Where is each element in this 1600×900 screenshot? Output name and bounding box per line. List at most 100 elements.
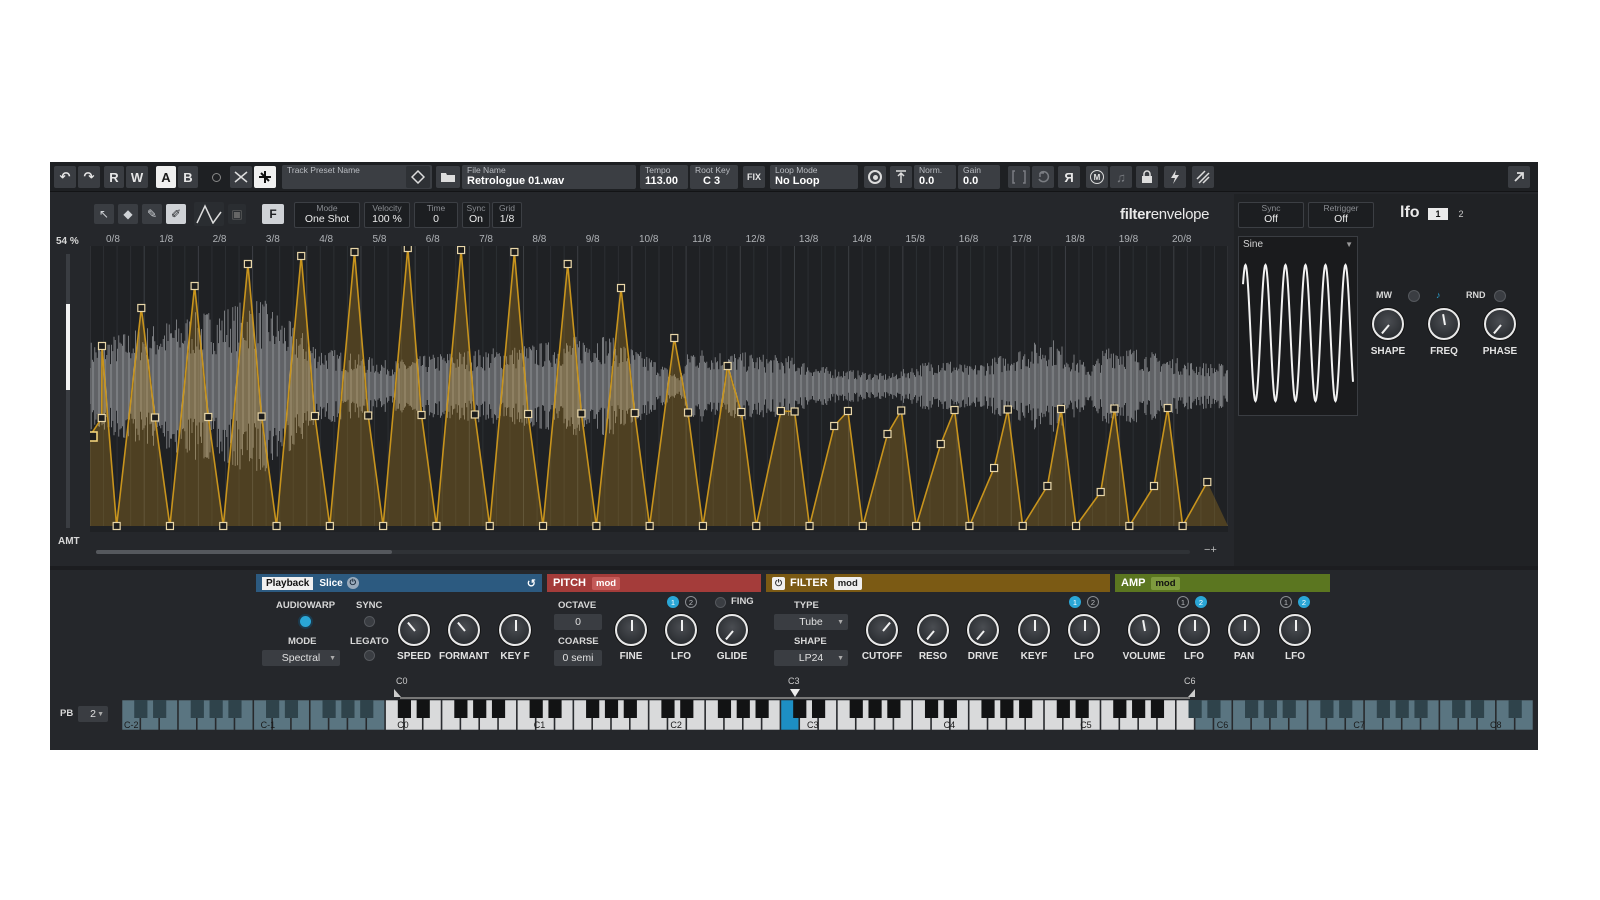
envelope-start-node[interactable]: [90, 431, 98, 442]
black-key[interactable]: [360, 700, 374, 718]
black-key[interactable]: [943, 700, 957, 718]
black-key[interactable]: [529, 700, 543, 718]
pitch-lfo-1-toggle[interactable]: 1: [667, 596, 679, 608]
envelope-node[interactable]: [457, 246, 466, 255]
black-key[interactable]: [868, 700, 882, 718]
black-key[interactable]: [1132, 700, 1146, 718]
envelope-node[interactable]: [1003, 405, 1012, 414]
black-key[interactable]: [604, 700, 619, 718]
scrollbar-thumb[interactable]: [96, 550, 392, 554]
write-button[interactable]: W: [126, 166, 148, 188]
zoom-controls[interactable]: −+: [1204, 544, 1217, 556]
black-key[interactable]: [755, 700, 769, 718]
envelope-node[interactable]: [1125, 521, 1134, 531]
lock-button[interactable]: [1136, 166, 1158, 188]
black-key[interactable]: [981, 700, 995, 718]
black-key[interactable]: [1207, 700, 1221, 718]
black-key[interactable]: [1320, 700, 1334, 718]
lfo-tab-1[interactable]: 1: [1428, 208, 1448, 220]
formant-knob[interactable]: [448, 614, 480, 646]
envelope-node[interactable]: [1018, 521, 1027, 531]
black-key[interactable]: [586, 700, 600, 718]
range-high-handle[interactable]: [1188, 689, 1195, 697]
paint-tool[interactable]: ✐: [166, 204, 186, 224]
amp-mod-tag[interactable]: mod: [1151, 576, 1180, 590]
envelope-node[interactable]: [379, 521, 388, 531]
redo-button[interactable]: ↷: [78, 166, 100, 188]
envelope-node[interactable]: [1110, 404, 1119, 413]
envelope-node[interactable]: [417, 410, 426, 420]
envelope-node[interactable]: [1149, 481, 1159, 491]
keyf-filter-knob[interactable]: [1018, 614, 1050, 646]
envelope-node[interactable]: [297, 251, 306, 261]
envelope-node[interactable]: [272, 521, 281, 531]
envelope-node[interactable]: [190, 281, 199, 291]
fine-knob[interactable]: [615, 614, 647, 646]
black-key[interactable]: [717, 700, 732, 718]
reset-icon[interactable]: ↺: [527, 577, 536, 590]
note-button[interactable]: ♫: [1110, 166, 1132, 188]
undo-edit-button[interactable]: [1032, 166, 1054, 188]
filter-mod-tag[interactable]: mod: [833, 576, 862, 590]
envelope-node[interactable]: [965, 521, 974, 531]
filter-power-icon[interactable]: ⏻: [772, 576, 785, 590]
envelope-node[interactable]: [510, 247, 519, 257]
hatch-button[interactable]: [1192, 166, 1214, 188]
curve-shape-selector[interactable]: [194, 202, 224, 226]
black-key[interactable]: [1508, 700, 1522, 718]
envelope-node[interactable]: [616, 283, 626, 293]
filter-lfo-2-toggle[interactable]: 2: [1087, 596, 1099, 608]
filter-shape-dropdown[interactable]: LP24 ▼: [774, 650, 848, 666]
black-key[interactable]: [548, 700, 562, 718]
envelope-node[interactable]: [1057, 404, 1066, 414]
file-name-field[interactable]: File Name Retrologue 01.wav: [462, 165, 636, 189]
black-key[interactable]: [1150, 700, 1165, 718]
envelope-node[interactable]: [364, 411, 373, 420]
envelope-node[interactable]: [698, 521, 708, 531]
envelope-node[interactable]: [112, 521, 121, 531]
black-key[interactable]: [209, 700, 223, 718]
black-key[interactable]: [491, 700, 506, 718]
black-key[interactable]: [1376, 700, 1390, 718]
lfo-sync-field[interactable]: Sync Off: [1238, 202, 1304, 228]
pitch-mod-tag[interactable]: mod: [592, 576, 621, 590]
envelope-node[interactable]: [470, 410, 479, 419]
quick-control-button[interactable]: [1164, 166, 1186, 188]
envelope-node[interactable]: [936, 439, 945, 449]
envelope-node[interactable]: [843, 406, 853, 416]
amp-lfo2-knob[interactable]: [1279, 614, 1311, 646]
keyboard[interactable]: [122, 700, 1534, 730]
filter-lfo-knob[interactable]: [1068, 614, 1100, 646]
envelope-node[interactable]: [830, 421, 839, 431]
filter-type-dropdown[interactable]: Tube ▼: [774, 614, 848, 630]
black-key[interactable]: [1245, 700, 1259, 718]
black-key[interactable]: [266, 700, 280, 718]
black-key[interactable]: [322, 700, 336, 718]
glide-knob[interactable]: [716, 614, 748, 646]
open-file-button[interactable]: [436, 166, 460, 188]
sync-toggle[interactable]: [364, 616, 375, 627]
snap-button[interactable]: ▣: [228, 204, 246, 224]
lfo-retrigger-field[interactable]: Retrigger Off: [1308, 202, 1374, 228]
black-key[interactable]: [284, 700, 299, 718]
draw-tool[interactable]: ✎: [142, 204, 162, 224]
grid-field[interactable]: Grid 1/8: [492, 202, 522, 228]
black-key[interactable]: [680, 700, 694, 718]
envelope-node[interactable]: [592, 521, 601, 531]
envelope-node[interactable]: [137, 303, 146, 313]
velocity-field[interactable]: Velocity 100 %: [364, 202, 410, 228]
envelope-node[interactable]: [805, 521, 814, 531]
envelope-node[interactable]: [432, 521, 441, 531]
black-key[interactable]: [190, 700, 204, 718]
black-key[interactable]: [736, 700, 750, 718]
pitch-lfo-2-toggle[interactable]: 2: [685, 596, 697, 608]
black-key[interactable]: [793, 700, 807, 718]
black-key[interactable]: [134, 700, 148, 718]
black-key[interactable]: [623, 700, 637, 718]
envelope-node[interactable]: [257, 412, 266, 421]
envelope-node[interactable]: [630, 408, 639, 418]
freq-knob[interactable]: [1428, 308, 1460, 340]
black-key[interactable]: [1188, 700, 1202, 718]
black-key[interactable]: [397, 700, 411, 718]
envelope-editor[interactable]: [90, 246, 1228, 532]
